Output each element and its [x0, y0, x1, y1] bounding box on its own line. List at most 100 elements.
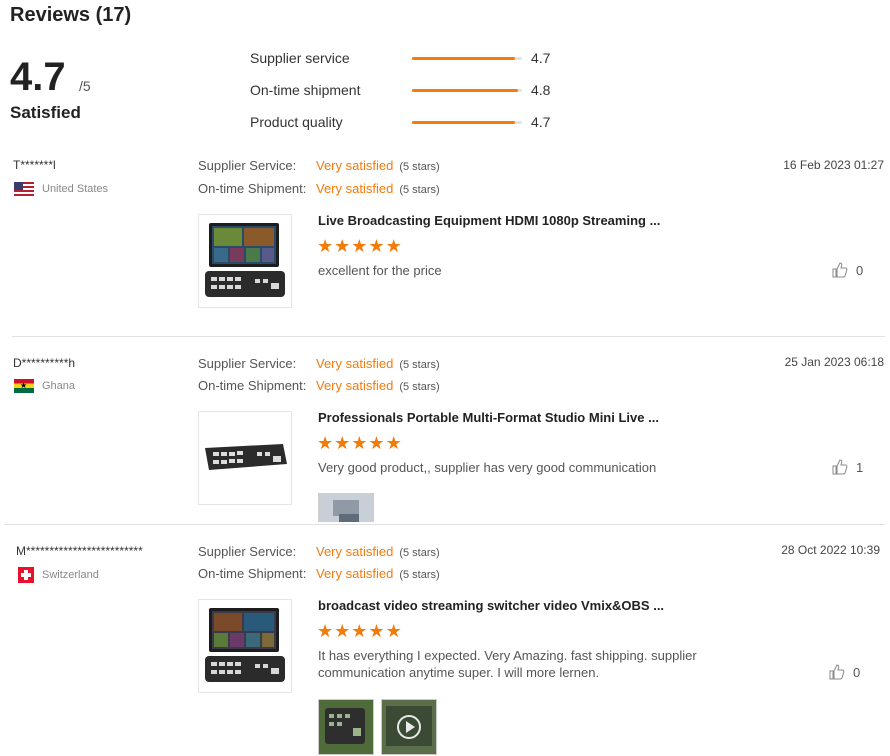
rating-bar [412, 89, 522, 92]
star-icon: ★ [385, 236, 402, 256]
score-out-of: /5 [79, 78, 91, 94]
like-button[interactable]: 1 [832, 459, 863, 475]
supplier-service-stars: (5 stars) [399, 161, 440, 173]
ontime-shipment-line: On-time Shipment: Very satisfied (5 stars) [198, 181, 440, 196]
rating-value: 4.8 [531, 82, 551, 98]
stream-switcher-image [205, 608, 285, 682]
star-icon: ★ [351, 236, 368, 256]
thumbs-up-icon [832, 459, 848, 475]
like-count: 0 [856, 262, 864, 278]
like-count: 0 [853, 664, 861, 680]
ontime-shipment-stars: (5 stars) [399, 381, 440, 393]
reviewer-name: M************************* [16, 544, 143, 558]
star-icon: ★ [317, 236, 334, 256]
rating-bar [412, 121, 522, 124]
country-name: Switzerland [42, 569, 99, 581]
supplier-service-line: Supplier Service: Very satisfied (5 stars) [198, 158, 440, 173]
ontime-shipment-line: On-time Shipment: Very satisfied (5 stars) [198, 378, 440, 393]
star-icon: ★ [317, 433, 334, 453]
supplier-service-stars: (5 stars) [399, 359, 440, 371]
reviewer-country: Switzerland [18, 567, 99, 583]
product-title-link[interactable]: broadcast video streaming switcher video… [318, 598, 664, 613]
rating-bar-fill [412, 57, 516, 60]
product-thumbnail[interactable] [198, 214, 292, 308]
review-photo[interactable] [318, 699, 374, 755]
rating-breakdown: Supplier service 4.7 On-time shipment 4.… [250, 48, 570, 144]
stream-switcher-image [205, 444, 287, 470]
product-rating-stars: ★ ★ ★ ★ ★ [317, 237, 402, 255]
ontime-shipment-rating: Very satisfied [316, 181, 394, 196]
rating-row-product-quality: Product quality 4.7 [250, 112, 570, 144]
review-comment: excellent for the price [318, 263, 442, 278]
review-video[interactable] [381, 699, 437, 755]
overall-score: 4.7 [10, 55, 66, 99]
ontime-shipment-label: On-time Shipment: [198, 378, 307, 393]
review-photo-image [319, 700, 373, 754]
supplier-service-rating: Very satisfied [316, 158, 394, 173]
reviewer-country: Ghana [14, 379, 75, 393]
country-name: Ghana [42, 380, 76, 392]
review-date: 16 Feb 2023 01:27 [783, 158, 884, 172]
star-icon: ★ [334, 433, 351, 453]
review-comment: Very good product,, supplier has very go… [318, 460, 657, 475]
star-icon: ★ [368, 433, 385, 453]
review-divider [12, 336, 885, 337]
reviewer-name: D**********h [13, 356, 76, 370]
star-icon: ★ [351, 433, 368, 453]
star-icon: ★ [385, 433, 402, 453]
stream-switcher-image [205, 223, 285, 297]
rating-row-ontime-shipment: On-time shipment 4.8 [250, 80, 570, 112]
like-button[interactable]: 0 [832, 262, 863, 278]
switzerland-flag-icon [18, 567, 34, 583]
ontime-shipment-label: On-time Shipment: [198, 181, 307, 196]
review-date: 28 Oct 2022 10:39 [781, 543, 880, 557]
product-thumbnail[interactable] [198, 599, 292, 693]
supplier-service-stars: (5 stars) [399, 547, 440, 559]
supplier-service-line: Supplier Service: Very satisfied (5 stars) [198, 544, 440, 559]
ontime-shipment-stars: (5 stars) [399, 569, 440, 581]
star-icon: ★ [317, 621, 334, 641]
product-title-link[interactable]: Live Broadcasting Equipment HDMI 1080p S… [318, 213, 660, 228]
rating-label: Product quality [250, 114, 343, 130]
ontime-shipment-label: On-time Shipment: [198, 566, 307, 581]
ontime-shipment-stars: (5 stars) [399, 184, 440, 196]
review-photo-image [319, 494, 373, 522]
supplier-service-line: Supplier Service: Very satisfied (5 stars) [198, 356, 440, 371]
rating-value: 4.7 [531, 114, 551, 130]
supplier-service-rating: Very satisfied [316, 544, 394, 559]
overall-verdict: Satisfied [10, 103, 81, 122]
review-photo[interactable] [318, 493, 374, 522]
star-icon: ★ [368, 621, 385, 641]
star-icon: ★ [351, 621, 368, 641]
star-icon: ★ [334, 621, 351, 641]
rating-row-supplier-service: Supplier service 4.7 [250, 48, 570, 80]
rating-value: 4.7 [531, 50, 551, 66]
supplier-service-rating: Very satisfied [316, 356, 394, 371]
ontime-shipment-rating: Very satisfied [316, 566, 394, 581]
us-flag-icon [14, 182, 34, 196]
like-count: 1 [856, 459, 864, 475]
product-thumbnail[interactable] [198, 411, 292, 505]
star-icon: ★ [334, 236, 351, 256]
product-rating-stars: ★ ★ ★ ★ ★ [317, 622, 402, 640]
review-video-image [382, 700, 436, 754]
product-rating-stars: ★ ★ ★ ★ ★ [317, 434, 402, 452]
reviews-title: Reviews (17) [10, 4, 132, 26]
reviewer-country: United States [14, 182, 108, 196]
like-button[interactable]: 0 [829, 664, 860, 680]
country-name: United States [42, 183, 109, 195]
star-icon: ★ [368, 236, 385, 256]
supplier-service-label: Supplier Service: [198, 544, 297, 559]
ontime-shipment-line: On-time Shipment: Very satisfied (5 stars) [198, 566, 440, 581]
rating-bar [412, 57, 522, 60]
ghana-flag-icon [14, 379, 34, 393]
supplier-service-label: Supplier Service: [198, 158, 297, 173]
review-comment: It has everything I expected. Very Amazi… [318, 648, 697, 680]
product-title-link[interactable]: Professionals Portable Multi-Format Stud… [318, 410, 659, 425]
rating-label: On-time shipment [250, 82, 361, 98]
rating-bar-fill [412, 121, 516, 124]
review-divider [4, 524, 885, 525]
rating-bar-fill [412, 89, 518, 92]
rating-label: Supplier service [250, 50, 350, 66]
ontime-shipment-rating: Very satisfied [316, 378, 394, 393]
